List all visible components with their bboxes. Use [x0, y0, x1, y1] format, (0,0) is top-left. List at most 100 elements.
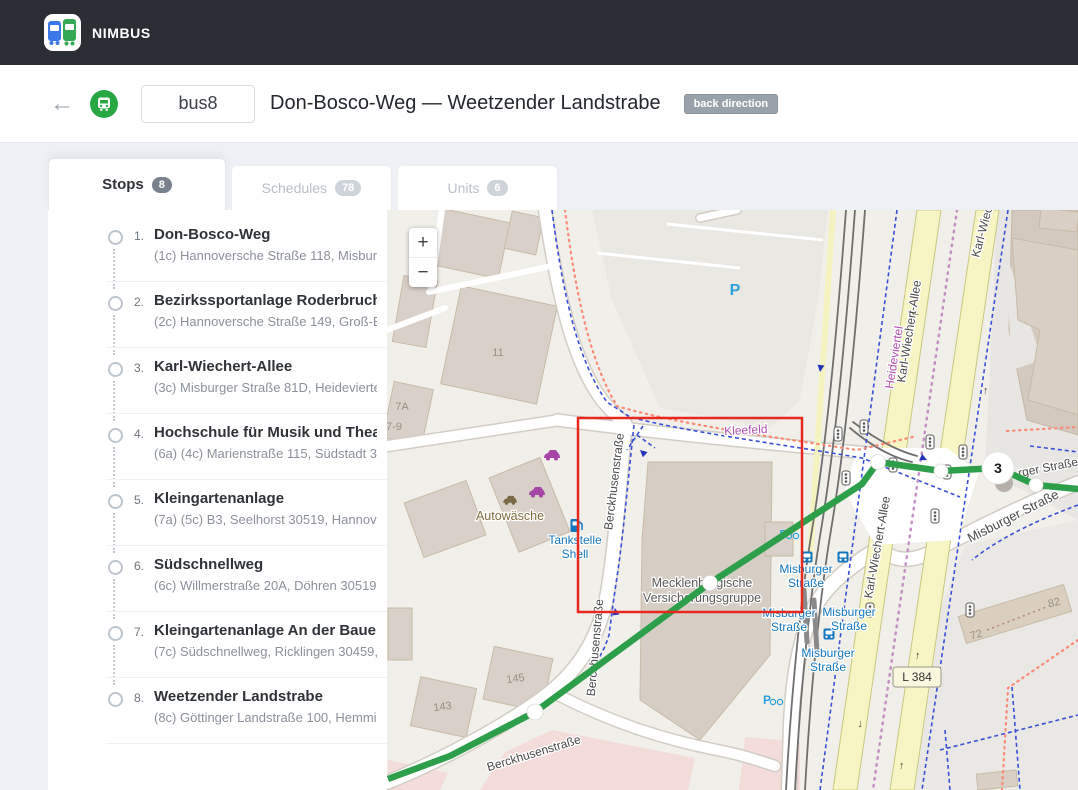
parking-icon: P — [763, 693, 771, 707]
stop-index: 7. — [134, 625, 144, 639]
stop-name: Bezirkssportanlage Roderbruch — [154, 292, 377, 309]
route-code-input[interactable] — [141, 85, 255, 123]
traffic-signal-icon — [966, 603, 974, 617]
transit-stop-label: Straße — [771, 620, 807, 634]
stop-name: Karl-Wiechert-Allee — [154, 358, 377, 375]
stop-row-4[interactable]: 4. Hochschule für Musik und Theater ... … — [48, 414, 387, 480]
nimbus-logo[interactable] — [44, 14, 81, 51]
stop-row-7[interactable]: 7. Kleingartenanlage An der Bauerwie... … — [48, 612, 387, 678]
house-number: 7-9 — [387, 421, 402, 433]
traffic-signal-icon — [834, 427, 842, 441]
house-number: 11 — [492, 347, 503, 359]
stop-circle-icon — [108, 230, 123, 245]
brand-name: NIMBUS — [92, 25, 151, 41]
tab-schedules-label: Schedules — [262, 180, 327, 196]
poi-label-autowaesche: Autowäsche — [476, 509, 544, 523]
tab-units-label: Units — [447, 180, 479, 196]
stop-address: (1c) Hannoversche Straße 118, Misburg-N.… — [154, 248, 377, 263]
nimbus-logo-icon — [48, 19, 77, 46]
stop-name: Don-Bosco-Weg — [154, 226, 377, 243]
traffic-signal-icon — [926, 435, 934, 449]
traffic-signal-icon — [860, 420, 868, 434]
stop-name: Hochschule für Musik und Theater ... — [154, 424, 377, 441]
tab-schedules-count: 78 — [335, 180, 361, 196]
stop-circle-icon — [108, 494, 123, 509]
tab-units-count: 6 — [487, 180, 507, 196]
traffic-signal-icon — [931, 509, 939, 523]
nimbus-app: NIMBUS ← Don-Bosco-Weg — Weetzender Land… — [0, 0, 1078, 790]
direction-badge: back direction — [684, 94, 779, 114]
tab-units[interactable]: Units 6 — [397, 165, 558, 210]
stop-address: (3c) Misburger Straße 81D, Heideviertel … — [154, 380, 377, 395]
stop-index: 3. — [134, 361, 144, 375]
stop-address: (7a) (5c) B3, Seelhorst 30519, Hannover,… — [154, 512, 377, 527]
house-number: 7A — [395, 401, 409, 413]
house-number: 145 — [506, 672, 526, 686]
tab-stops[interactable]: Stops 8 — [48, 158, 226, 210]
topbar: NIMBUS — [0, 0, 1078, 65]
stops-panel: 1. Don-Bosco-Weg (1c) Hannoversche Straß… — [48, 210, 387, 790]
transit-stop-label: Straße — [810, 660, 846, 674]
stop-row-3[interactable]: 3. Karl-Wiechert-Allee (3c) Misburger St… — [48, 348, 387, 414]
transit-stop-label: Misburger — [822, 605, 875, 619]
stop-address: (7c) Südschnellweg, Ricklingen 30459, Ha… — [154, 644, 377, 659]
zoom-out-button[interactable]: − — [409, 257, 437, 287]
stop-name: Kleingartenanlage — [154, 490, 377, 507]
stop-row-1[interactable]: 1. Don-Bosco-Weg (1c) Hannoversche Straß… — [48, 216, 387, 282]
place-label-kleefeld: Kleefeld — [724, 422, 768, 438]
stop-circle-icon — [108, 296, 123, 311]
tab-bar: Stops 8 Schedules 78 Units 6 — [48, 158, 558, 210]
transit-stop-label: Misburger — [801, 646, 854, 660]
bus-icon — [90, 90, 118, 118]
stop-row-2[interactable]: 2. Bezirkssportanlage Roderbruch (2c) Ha… — [48, 282, 387, 348]
stop-index: 8. — [134, 691, 144, 705]
stop-row-6[interactable]: 6. Südschnellweg (6c) Willmerstraße 20A,… — [48, 546, 387, 612]
transit-stop-label: Straße — [788, 576, 824, 590]
poi-label-tankstelle: Shell — [562, 547, 589, 561]
stop-name: Weetzender Landstrabe — [154, 688, 377, 705]
stop-index: 4. — [134, 427, 144, 441]
stop-name: Kleingartenanlage An der Bauerwie... — [154, 622, 377, 639]
stop-circle-icon — [108, 428, 123, 443]
map-svg: Kleefeld Heideviertel Berckhusenstraße B… — [387, 210, 1078, 790]
house-number: 143 — [433, 700, 453, 714]
map-zoom-control: + − — [409, 228, 437, 287]
zoom-in-button[interactable]: + — [409, 228, 437, 257]
route-header: ← Don-Bosco-Weg — Weetzender Landstrabe … — [0, 65, 1078, 143]
stop-marker-3[interactable]: 3 — [982, 452, 1014, 484]
stop-marker-3-label: 3 — [994, 460, 1002, 476]
tab-schedules[interactable]: Schedules 78 — [231, 165, 392, 210]
tab-stops-count: 8 — [152, 177, 172, 193]
stop-index: 2. — [134, 295, 144, 309]
back-button[interactable]: ← — [50, 92, 74, 116]
stop-circle-icon — [108, 560, 123, 575]
stop-circle-icon — [108, 626, 123, 641]
stop-address: (6a) (4c) Marienstraße 115, Südstadt 301… — [154, 446, 377, 461]
poi-label-tankstelle: Tankstelle — [548, 533, 602, 547]
transit-stop-label: Misburger — [779, 562, 832, 576]
tab-stops-label: Stops — [102, 176, 144, 193]
stop-circle-icon — [108, 692, 123, 707]
page-title: Don-Bosco-Weg — Weetzender Landstrabe — [270, 92, 661, 115]
stop-row-5[interactable]: 5. Kleingartenanlage (7a) (5c) B3, Seelh… — [48, 480, 387, 546]
stops-list: 1. Don-Bosco-Weg (1c) Hannoversche Straß… — [48, 210, 387, 744]
traffic-signal-icon — [842, 471, 850, 485]
parking-icon: P — [730, 282, 741, 299]
traffic-signal-icon — [959, 445, 967, 459]
stop-row-8[interactable]: 8. Weetzender Landstrabe (8c) Göttinger … — [48, 678, 387, 744]
stop-address: (2c) Hannoversche Straße 149, Groß-Buc..… — [154, 314, 377, 329]
oneway-arrow: ← — [909, 306, 922, 320]
stop-address: (6c) Willmerstraße 20A, Döhren 30519, H.… — [154, 578, 377, 593]
stop-index: 6. — [134, 559, 144, 573]
road-ref-badge: L 384 — [893, 667, 941, 687]
stop-name: Südschnellweg — [154, 556, 377, 573]
stop-index: 5. — [134, 493, 144, 507]
stop-circle-icon — [108, 362, 123, 377]
road-ref-label: L 384 — [902, 670, 932, 684]
poi-label-versicherung: Versicherungsgruppe — [643, 591, 761, 605]
map-canvas[interactable]: + − — [387, 210, 1078, 790]
bus-stop-icon — [838, 552, 849, 563]
transit-stop-label: Straße — [831, 619, 867, 633]
stop-index: 1. — [134, 229, 144, 243]
stop-address: (8c) Göttinger Landstraße 100, Hemminge.… — [154, 710, 377, 725]
